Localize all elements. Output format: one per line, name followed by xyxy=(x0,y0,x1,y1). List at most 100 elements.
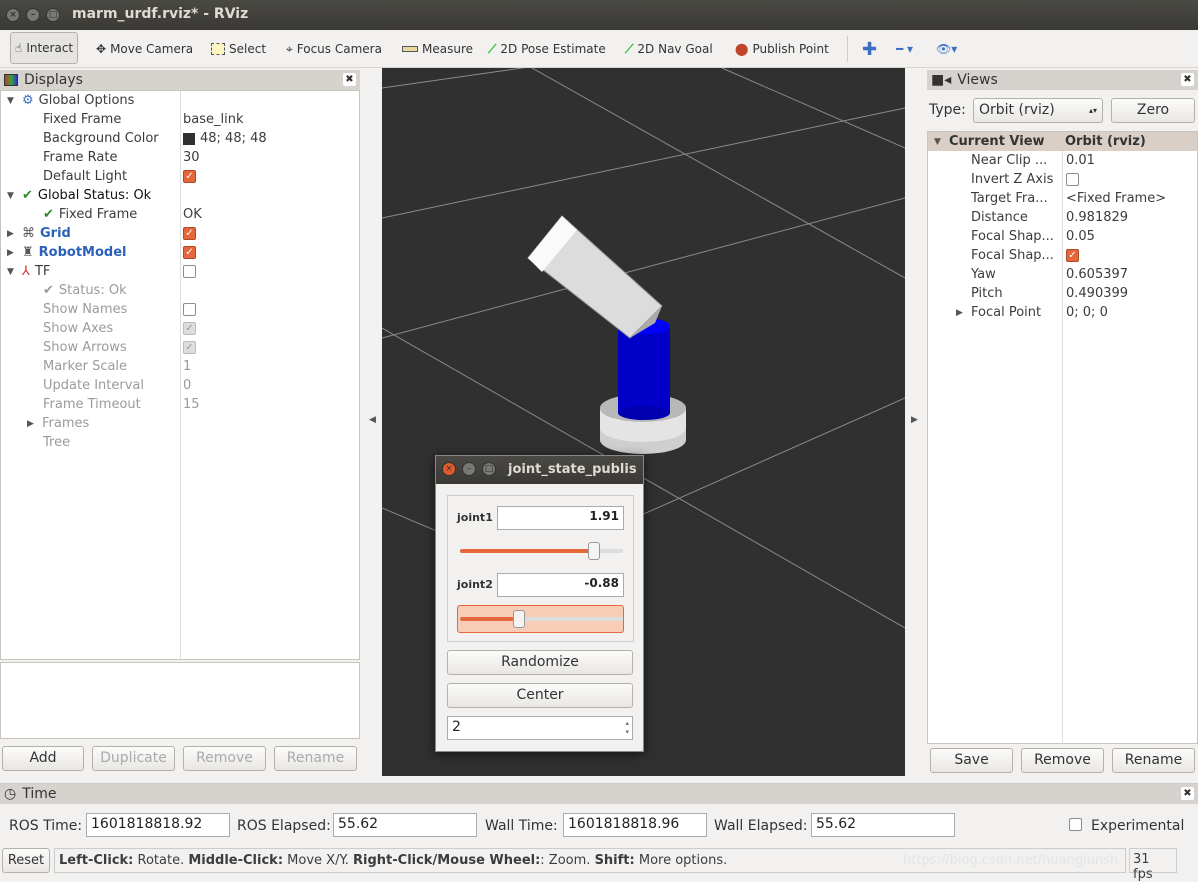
view-property-row[interactable]: ▶ Focal Point 0; 0; 0 xyxy=(928,303,1197,322)
view-property-row[interactable]: Yaw 0.605397 xyxy=(928,265,1197,284)
minimize-window-icon[interactable]: – xyxy=(26,8,40,22)
remove-tool-icon[interactable]: ━ ▾ xyxy=(892,35,917,63)
checkbox[interactable]: ✓ xyxy=(183,322,196,335)
wall-time-field[interactable]: 1601818818.96 xyxy=(563,813,707,837)
checkbox[interactable]: ✓ xyxy=(183,170,196,183)
joint1-slider[interactable] xyxy=(460,542,623,560)
display-row[interactable]: Update Interval 0 xyxy=(1,376,359,395)
current-view-header[interactable]: ▼ Current View Orbit (rviz) xyxy=(928,132,1197,151)
remove-view-button[interactable]: Remove xyxy=(1021,748,1104,773)
tf-axes-icon: ⅄ xyxy=(22,264,30,279)
checkbox[interactable] xyxy=(183,303,196,316)
close-icon[interactable]: ✖ xyxy=(1181,787,1194,800)
display-row[interactable]: Fixed Frame base_link xyxy=(1,110,359,129)
display-row[interactable]: Marker Scale 1 xyxy=(1,357,359,376)
display-row[interactable]: ▶ ♜ RobotModel ✓ xyxy=(1,243,359,262)
display-row[interactable]: ✔ Status: Ok xyxy=(1,281,359,300)
displays-panel: Displays ✖ ▼ ⚙ Global Options Fixed Frame bas… xyxy=(0,70,360,775)
checkbox[interactable]: ✓ xyxy=(183,227,196,240)
close-window-icon[interactable]: × xyxy=(6,8,20,22)
view-property-row[interactable]: Focal Shap... ✓ xyxy=(928,246,1197,265)
display-row[interactable]: Frame Rate 30 xyxy=(1,148,359,167)
tool-2d-pose-estimate[interactable]: ⟋ 2D Pose Estimate xyxy=(484,35,610,63)
checkbox[interactable]: ✓ xyxy=(1066,249,1079,262)
save-view-button[interactable]: Save xyxy=(930,748,1013,773)
add-tool-icon[interactable]: ✚ xyxy=(858,35,881,63)
maximize-window-icon[interactable]: □ xyxy=(46,8,60,22)
displays-tree[interactable]: ▼ ⚙ Global Options Fixed Frame base_link Back… xyxy=(0,90,360,661)
display-row[interactable]: Show Names xyxy=(1,300,359,319)
display-row[interactable]: Frame Timeout 15 xyxy=(1,395,359,414)
rename-view-button[interactable]: Rename xyxy=(1112,748,1195,773)
center-button[interactable]: Center xyxy=(447,683,633,708)
display-row[interactable]: ▼ ⚙ Global Options xyxy=(1,91,359,110)
wall-elapsed-field[interactable]: 55.62 xyxy=(811,813,955,837)
tool-publish-point[interactable]: ⬤ Publish Point xyxy=(731,35,833,63)
expand-arrow-icon[interactable]: ▶ xyxy=(27,419,37,429)
collapse-right-icon[interactable]: ▶ xyxy=(911,415,918,425)
checkbox[interactable]: ✓ xyxy=(183,341,196,354)
display-row[interactable]: ▶ ⌘ Grid ✓ xyxy=(1,224,359,243)
tool-interact[interactable]: ☝ Interact xyxy=(10,32,79,64)
tool-measure[interactable]: Measure xyxy=(398,35,477,63)
spin-arrows-icon[interactable]: ▴ ▾ xyxy=(625,719,629,737)
tool-move-camera[interactable]: ✥ Move Camera xyxy=(92,35,197,63)
zero-button[interactable]: Zero xyxy=(1111,98,1195,123)
checkbox[interactable] xyxy=(183,265,196,278)
rename-button[interactable]: Rename xyxy=(274,746,357,771)
display-row[interactable]: Show Axes ✓ xyxy=(1,319,359,338)
joint2-slider[interactable] xyxy=(460,610,623,628)
view-type-select[interactable]: Orbit (rviz) ▴▾ xyxy=(973,98,1103,123)
randomize-button[interactable]: Randomize xyxy=(447,650,633,675)
expand-arrow-icon[interactable]: ▶ xyxy=(956,308,966,318)
view-property-row[interactable]: Invert Z Axis xyxy=(928,170,1197,189)
display-row-label: Marker Scale xyxy=(43,359,128,374)
checkbox[interactable]: ✓ xyxy=(183,246,196,259)
close-icon[interactable]: ✖ xyxy=(343,73,356,86)
tool-select[interactable]: Select xyxy=(207,35,270,63)
maximize-window-icon[interactable]: □ xyxy=(482,462,496,476)
tool-focus-camera[interactable]: ⌖ Focus Camera xyxy=(282,35,386,63)
ros-time-field[interactable]: 1601818818.92 xyxy=(86,813,230,837)
expand-arrow-icon[interactable]: ▼ xyxy=(7,191,17,201)
display-row[interactable]: Tree xyxy=(1,433,359,452)
display-row[interactable]: Background Color 48; 48; 48 xyxy=(1,129,359,148)
close-window-icon[interactable]: × xyxy=(442,462,456,476)
collapse-left-icon[interactable]: ◀ xyxy=(369,415,376,425)
display-row[interactable]: ▼ ⅄ TF xyxy=(1,262,359,281)
tool-2d-nav-goal[interactable]: ⟋ 2D Nav Goal xyxy=(621,35,717,63)
checkbox[interactable] xyxy=(1066,173,1079,186)
color-swatch[interactable] xyxy=(183,132,195,145)
duplicate-button[interactable]: Duplicate xyxy=(92,746,175,771)
slider-handle[interactable] xyxy=(587,542,600,560)
slider-handle[interactable] xyxy=(512,610,525,628)
joint1-value-input[interactable]: 1.91 xyxy=(497,506,624,530)
ros-elapsed-field[interactable]: 55.62 xyxy=(333,813,477,837)
experimental-checkbox[interactable] xyxy=(1069,818,1082,831)
view-property-row[interactable]: Focal Shap... 0.05 xyxy=(928,227,1197,246)
display-row[interactable]: Show Arrows ✓ xyxy=(1,338,359,357)
view-property-value: 0.605397 xyxy=(1066,267,1129,282)
joint2-value-input[interactable]: -0.88 xyxy=(497,573,624,597)
remove-button[interactable]: Remove xyxy=(183,746,266,771)
views-tree[interactable]: ▼ Current View Orbit (rviz) Near Clip ...… xyxy=(927,131,1198,745)
expand-arrow-icon[interactable]: ▶ xyxy=(7,248,17,258)
eye-icon[interactable]: 👁▾ xyxy=(932,35,961,63)
display-row-label: Global Status: Ok xyxy=(37,188,152,203)
display-row[interactable]: ▼ ✔ Global Status: Ok xyxy=(1,186,359,205)
add-button[interactable]: Add xyxy=(2,746,84,771)
view-property-row[interactable]: Target Fra... <Fixed Frame> xyxy=(928,189,1197,208)
view-property-row[interactable]: Distance 0.981829 xyxy=(928,208,1197,227)
display-row[interactable]: Default Light ✓ xyxy=(1,167,359,186)
spinbox[interactable]: 2 ▴ ▾ xyxy=(447,716,633,740)
minimize-window-icon[interactable]: – xyxy=(462,462,476,476)
expand-arrow-icon[interactable]: ▶ xyxy=(7,229,17,239)
display-row[interactable]: ▶ Frames xyxy=(1,414,359,433)
view-property-row[interactable]: Pitch 0.490399 xyxy=(928,284,1197,303)
close-icon[interactable]: ✖ xyxy=(1181,73,1194,86)
expand-arrow-icon[interactable]: ▼ xyxy=(7,96,17,106)
display-row[interactable]: ✔ Fixed Frame OK xyxy=(1,205,359,224)
expand-arrow-icon[interactable]: ▼ xyxy=(7,267,17,277)
view-property-row[interactable]: Near Clip ... 0.01 xyxy=(928,151,1197,170)
reset-button[interactable]: Reset xyxy=(2,848,50,873)
